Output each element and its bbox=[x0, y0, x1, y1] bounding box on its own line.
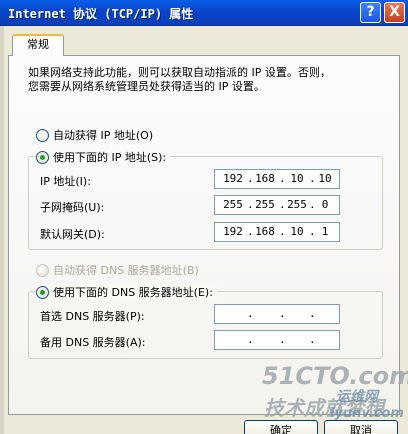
radio-manual-ip-indicator[interactable] bbox=[36, 150, 49, 164]
description-text: 如果网络支持此功能，则可以获取自动指派的 IP 设置。否则， 您需要从网络系统管… bbox=[28, 66, 388, 94]
ok-button[interactable]: 确定 bbox=[244, 420, 318, 434]
radio-auto-ip[interactable]: 自动获得 IP 地址(O) bbox=[36, 127, 153, 143]
preferred-dns-label: 首选 DNS 服务器(P): bbox=[40, 310, 145, 323]
description-line-2: 您需要从网络系统管理员处获得适当的 IP 设置。 bbox=[28, 80, 265, 93]
watermark-51cto: 51CTO.com bbox=[262, 362, 408, 390]
alternate-dns-label: 备用 DNS 服务器(A): bbox=[40, 336, 146, 349]
radio-manual-dns[interactable]: 使用下面的 DNS 服务器地址(E): bbox=[36, 284, 217, 300]
subnet-mask-input[interactable]: 255. 255. 255. 0 bbox=[214, 195, 340, 215]
radio-auto-ip-label: 自动获得 IP 地址(O) bbox=[53, 129, 154, 142]
window-title: Internet 协议 (TCP/IP) 属性 bbox=[8, 7, 194, 21]
radio-auto-ip-indicator[interactable] bbox=[36, 128, 49, 142]
cancel-button[interactable]: 取消 bbox=[324, 420, 398, 434]
radio-manual-dns-indicator[interactable] bbox=[36, 285, 49, 299]
default-gateway-input[interactable]: 192. 168. 10. 1 bbox=[214, 222, 340, 242]
radio-manual-ip[interactable]: 使用下面的 IP 地址(S): bbox=[36, 149, 171, 165]
radio-auto-dns[interactable]: 自动获得 DNS 服务器地址(B) bbox=[36, 262, 199, 278]
description-line-1: 如果网络支持此功能，则可以获取自动指派的 IP 设置。否则， bbox=[28, 66, 331, 79]
radio-manual-ip-label: 使用下面的 IP 地址(S): bbox=[53, 151, 167, 164]
watermark-yunwei: 运维网 bbox=[336, 389, 378, 405]
radio-manual-dns-label: 使用下面的 DNS 服务器地址(E): bbox=[53, 286, 213, 299]
watermark-iyunv: iyunv.com bbox=[330, 406, 404, 421]
title-bar[interactable]: Internet 协议 (TCP/IP) 属性 ? X bbox=[0, 0, 408, 26]
radio-auto-dns-label: 自动获得 DNS 服务器地址(B) bbox=[53, 264, 199, 277]
help-button[interactable]: ? bbox=[360, 2, 381, 23]
alternate-dns-input[interactable]: ... bbox=[214, 330, 340, 350]
tab-general[interactable]: 常规 bbox=[12, 34, 64, 56]
radio-auto-dns-indicator[interactable] bbox=[36, 263, 49, 277]
background-window-edge bbox=[0, 26, 4, 434]
close-button[interactable]: X bbox=[384, 2, 405, 23]
subnet-mask-label: 子网掩码(U): bbox=[40, 201, 105, 214]
ip-address-input[interactable]: 192. 168. 10. 10 bbox=[214, 169, 340, 189]
ip-address-label: IP 地址(I): bbox=[40, 175, 91, 188]
default-gateway-label: 默认网关(D): bbox=[40, 228, 105, 241]
preferred-dns-input[interactable]: ... bbox=[214, 304, 340, 324]
